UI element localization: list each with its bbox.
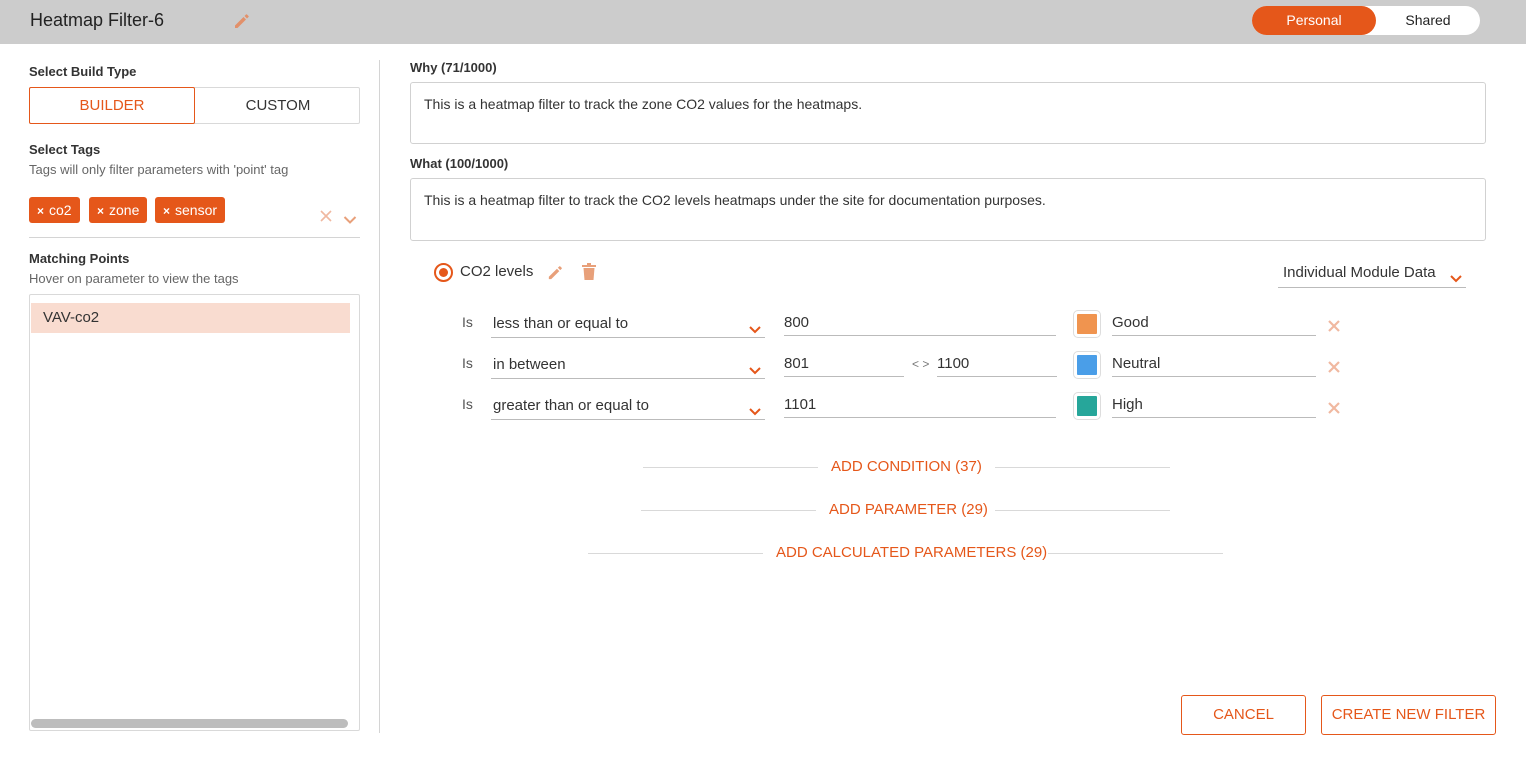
operator-dropdown[interactable]: in between	[491, 353, 765, 379]
divider-line	[1048, 553, 1223, 554]
divider-line	[588, 553, 763, 554]
what-label: What (100/1000)	[410, 156, 509, 171]
condition-label-input[interactable]: High	[1112, 392, 1316, 418]
list-item[interactable]: VAV-co2	[31, 303, 350, 333]
why-textarea[interactable]: This is a heatmap filter to track the zo…	[410, 82, 1486, 144]
condition-value-input[interactable]: 1101	[784, 392, 1056, 418]
condition-is-label: Is	[462, 396, 473, 412]
create-new-filter-button[interactable]: CREATE NEW FILTER	[1321, 695, 1496, 735]
divider-line	[995, 467, 1170, 468]
divider-line	[641, 510, 816, 511]
horizontal-scrollbar[interactable]	[31, 719, 348, 728]
page-title: Heatmap Filter-6	[30, 10, 165, 30]
tag-chip[interactable]: × co2	[29, 197, 80, 223]
color-swatch[interactable]	[1074, 311, 1100, 337]
cancel-button[interactable]: CANCEL	[1181, 695, 1306, 735]
tags-label: Select Tags	[29, 142, 101, 157]
parameter-name: CO2 levels	[460, 263, 534, 280]
condition-label-input[interactable]: Neutral	[1112, 351, 1316, 377]
divider-line	[643, 467, 818, 468]
tag-label: zone	[109, 202, 140, 218]
data-source-dropdown[interactable]: Individual Module Data	[1278, 264, 1466, 288]
divider-line	[995, 510, 1170, 511]
why-label: Why (71/1000)	[410, 60, 497, 75]
remove-condition-icon[interactable]	[1328, 360, 1340, 373]
chevron-down-icon	[749, 321, 761, 334]
trash-icon[interactable]	[581, 263, 597, 284]
visibility-toggle: Personal Shared	[1252, 6, 1480, 35]
personal-toggle-button[interactable]: Personal	[1252, 6, 1376, 35]
condition-value-input[interactable]: 801	[784, 351, 904, 377]
condition-is-label: Is	[462, 355, 473, 371]
tag-label: co2	[49, 202, 72, 218]
condition-is-label: Is	[462, 314, 473, 330]
parameter-radio[interactable]	[434, 263, 453, 282]
operator-value: in between	[493, 356, 566, 373]
add-parameter-button[interactable]: ADD PARAMETER (29)	[829, 501, 988, 518]
tag-chip[interactable]: × zone	[89, 197, 148, 223]
what-textarea[interactable]: This is a heatmap filter to track the CO…	[410, 178, 1486, 241]
chevron-down-icon[interactable]	[343, 212, 357, 224]
custom-button[interactable]: CUSTOM	[195, 87, 361, 124]
remove-condition-icon[interactable]	[1328, 401, 1340, 414]
color-swatch[interactable]	[1074, 393, 1100, 419]
tag-remove-icon[interactable]: ×	[163, 204, 170, 218]
between-separator: < >	[912, 357, 930, 371]
tag-remove-icon[interactable]: ×	[97, 204, 104, 218]
edit-parameter-icon[interactable]	[546, 263, 565, 285]
chevron-down-icon	[749, 362, 761, 375]
condition-label-input[interactable]: Good	[1112, 310, 1316, 336]
tag-label: sensor	[175, 202, 218, 218]
operator-value: less than or equal to	[493, 315, 629, 332]
tag-chip[interactable]: × sensor	[155, 197, 226, 223]
pencil-icon[interactable]	[232, 11, 252, 31]
add-condition-button[interactable]: ADD CONDITION (37)	[831, 458, 982, 475]
shared-toggle-button[interactable]: Shared	[1376, 6, 1480, 35]
builder-button[interactable]: BUILDER	[29, 87, 195, 124]
tags-divider	[29, 237, 360, 238]
condition-value2-input[interactable]: 1100	[937, 351, 1057, 377]
data-source-value: Individual Module Data	[1283, 264, 1436, 281]
matching-points-label: Matching Points	[29, 251, 130, 266]
tag-remove-icon[interactable]: ×	[37, 204, 44, 218]
tags-hint: Tags will only filter parameters with 'p…	[29, 162, 289, 177]
matching-points-hint: Hover on parameter to view the tags	[29, 271, 239, 286]
operator-dropdown[interactable]: less than or equal to	[491, 312, 765, 338]
operator-value: greater than or equal to	[493, 397, 649, 414]
chevron-down-icon	[749, 403, 761, 416]
build-type-toggle: BUILDER CUSTOM	[29, 87, 360, 124]
chevron-down-icon	[1450, 270, 1462, 283]
build-type-label: Select Build Type	[29, 64, 137, 79]
matching-points-list: VAV-co2	[29, 294, 360, 731]
header-bar: Heatmap Filter-6 Personal Shared	[0, 0, 1526, 44]
color-swatch[interactable]	[1074, 352, 1100, 378]
add-calculated-parameters-button[interactable]: ADD CALCULATED PARAMETERS (29)	[776, 544, 1047, 561]
remove-condition-icon[interactable]	[1328, 319, 1340, 332]
condition-value-input[interactable]: 800	[784, 310, 1056, 336]
clear-tags-icon[interactable]	[320, 209, 332, 222]
panel-divider	[379, 60, 380, 733]
operator-dropdown[interactable]: greater than or equal to	[491, 394, 765, 420]
